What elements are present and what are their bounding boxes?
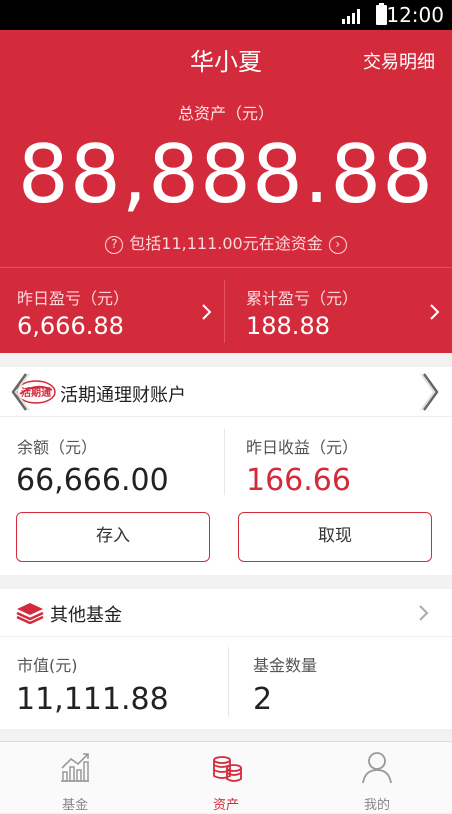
in-transit-text: 包括11,111.00元在途资金 xyxy=(129,234,323,253)
other-funds-header[interactable]: 其他基金 xyxy=(0,589,452,637)
divider xyxy=(224,429,225,495)
tab-label: 我的 xyxy=(363,798,390,813)
tab-mine[interactable]: 我的 xyxy=(302,742,452,814)
balance-value: 66,666.00 xyxy=(16,463,169,498)
current-account-title: 活期通理财账户 xyxy=(60,385,186,406)
tab-label: 基金 xyxy=(61,798,88,813)
deposit-button[interactable]: 存入 xyxy=(16,512,210,562)
person-icon xyxy=(362,752,392,784)
layers-icon xyxy=(16,603,44,624)
chevron-right-icon[interactable] xyxy=(418,370,442,414)
status-time: 12:00 xyxy=(386,3,444,27)
other-funds-card: 其他基金 市值(元) 11,111.88 基金数量 2 xyxy=(0,589,452,729)
chevron-right-icon xyxy=(419,605,429,621)
tab-bar: 基金 资产 我的 xyxy=(0,741,452,813)
chevron-right-icon xyxy=(202,304,212,320)
fund-count-label: 基金数量 xyxy=(253,656,318,675)
cumulative-pnl-cell[interactable]: 累计盈亏（元） 188.88 xyxy=(229,268,452,353)
question-icon: ? xyxy=(105,235,124,254)
divider xyxy=(228,647,229,717)
yesterday-pnl-label: 昨日盈亏（元） xyxy=(17,289,130,308)
in-transit-info[interactable]: ? 包括11,111.00元在途资金 › xyxy=(0,230,452,254)
fund-count: 2 xyxy=(253,682,273,717)
tab-label: 资产 xyxy=(212,798,239,813)
market-value: 11,111.88 xyxy=(16,682,169,717)
coins-icon xyxy=(213,756,242,782)
yesterday-pnl-cell[interactable]: 昨日盈亏（元） 6,666.88 xyxy=(0,268,224,353)
asset-summary: 华小夏 交易明细 总资产（元） 88,888.88 ? 包括11,111.00元在… xyxy=(0,30,452,353)
battery-icon xyxy=(376,3,387,25)
tab-assets[interactable]: 资产 xyxy=(151,742,301,814)
total-assets-label: 总资产（元） xyxy=(177,104,274,123)
transaction-detail-link[interactable]: 交易明细 xyxy=(363,48,435,74)
total-assets-value: 88,888.88 xyxy=(17,128,435,221)
current-account-card: 活期通 活期通理财账户 余额（元） 66,666.00 昨日收益（元） 166.… xyxy=(0,367,452,575)
tab-funds[interactable]: 基金 xyxy=(0,742,150,814)
chart-icon xyxy=(61,753,89,782)
market-value-label: 市值(元) xyxy=(17,656,78,675)
status-bar: 12:00 xyxy=(0,0,452,30)
signal-icon xyxy=(342,9,360,24)
chevron-right-icon xyxy=(430,304,440,320)
cumulative-pnl-label: 累计盈亏（元） xyxy=(246,289,359,308)
yesterday-income-value: 166.66 xyxy=(246,463,351,498)
balance-label: 余额（元） xyxy=(17,438,98,457)
yesterday-income-label: 昨日收益（元） xyxy=(246,438,359,457)
chevron-right-icon: › xyxy=(328,235,347,254)
yesterday-pnl-value: 6,666.88 xyxy=(17,312,124,340)
current-account-header[interactable]: 活期通 活期通理财账户 xyxy=(0,367,452,417)
chevron-left-icon[interactable] xyxy=(8,370,32,414)
withdraw-button[interactable]: 取现 xyxy=(238,512,432,562)
cumulative-pnl-value: 188.88 xyxy=(246,312,330,340)
other-funds-title: 其他基金 xyxy=(50,605,122,626)
divider xyxy=(224,280,225,343)
